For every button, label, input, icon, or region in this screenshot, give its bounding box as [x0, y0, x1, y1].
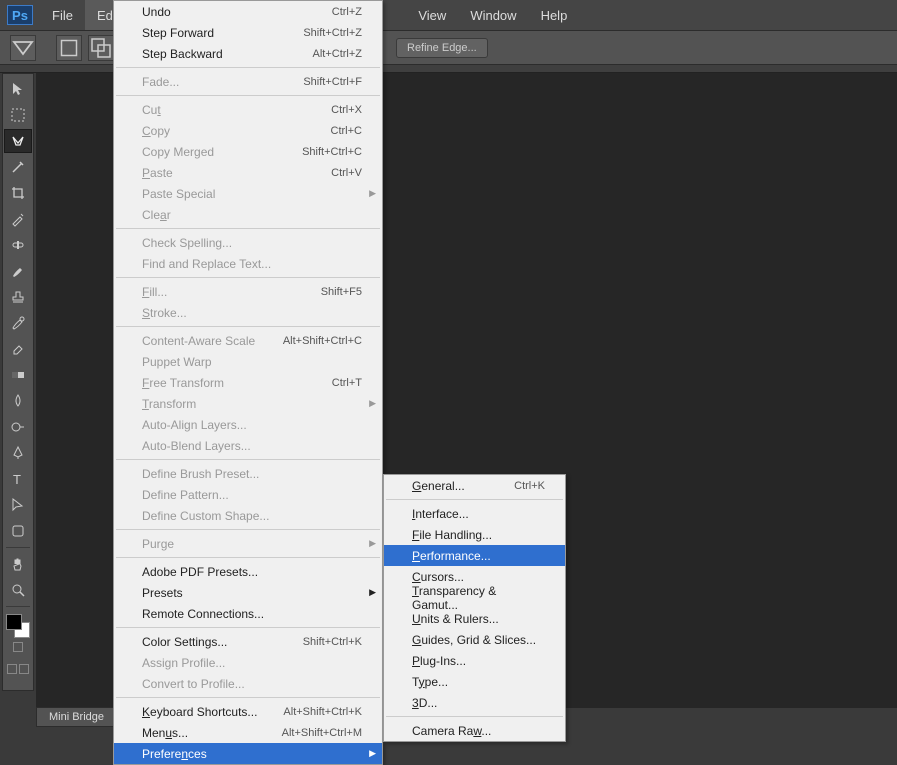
edit-menu-item-stroke: Stroke...: [114, 302, 382, 323]
tools-panel: T: [2, 73, 34, 691]
edit-menu-item-keyboard-shortcuts[interactable]: Keyboard Shortcuts...Alt+Shift+Ctrl+K: [114, 701, 382, 722]
edit-menu-item-separator: [116, 67, 380, 68]
edit-menu-item-define-pattern: Define Pattern...: [114, 484, 382, 505]
edit-menu-item-separator: [116, 95, 380, 96]
svg-text:T: T: [13, 472, 21, 487]
eraser-tool[interactable]: [4, 337, 32, 361]
zoom-tool[interactable]: [4, 578, 32, 602]
edit-menu-item-purge: Purge▶: [114, 533, 382, 554]
prefs-menu-item-separator: [386, 716, 563, 717]
move-tool[interactable]: [4, 77, 32, 101]
mini-bridge-tab[interactable]: Mini Bridge: [36, 707, 117, 727]
edit-menu-item-color-settings[interactable]: Color Settings...Shift+Ctrl+K: [114, 631, 382, 652]
quickmask-icon[interactable]: [4, 642, 32, 660]
path-tool[interactable]: [4, 493, 32, 517]
ps-logo-icon: Ps: [7, 5, 33, 25]
edit-menu-item-presets[interactable]: Presets▶: [114, 582, 382, 603]
edit-menu-item-separator: [116, 697, 380, 698]
edit-menu-item-separator: [116, 228, 380, 229]
edit-menu-dropdown: UndoCtrl+ZStep ForwardShift+Ctrl+ZStep B…: [113, 0, 383, 765]
pen-tool[interactable]: [4, 441, 32, 465]
status-bar: Mini Bridge: [36, 706, 117, 728]
edit-menu-item-paste: PasteCtrl+V: [114, 162, 382, 183]
screenmode-icon[interactable]: [4, 664, 32, 682]
menu-view[interactable]: View: [406, 0, 458, 30]
edit-menu-item-step-forward[interactable]: Step ForwardShift+Ctrl+Z: [114, 22, 382, 43]
edit-menu-item-copy-merged: Copy MergedShift+Ctrl+C: [114, 141, 382, 162]
prefs-menu-item-file-handling[interactable]: File Handling...: [384, 524, 565, 545]
edit-menu-item-auto-blend-layers: Auto-Blend Layers...: [114, 435, 382, 456]
prefs-menu-item-guides-grid-slices[interactable]: Guides, Grid & Slices...: [384, 629, 565, 650]
stamp-tool[interactable]: [4, 285, 32, 309]
eyedropper-tool[interactable]: [4, 207, 32, 231]
edit-menu-item-cut: CutCtrl+X: [114, 99, 382, 120]
edit-menu-item-undo[interactable]: UndoCtrl+Z: [114, 1, 382, 22]
edit-menu-item-free-transform: Free TransformCtrl+T: [114, 372, 382, 393]
prefs-menu-item-camera-raw[interactable]: Camera Raw...: [384, 720, 565, 741]
menu-help[interactable]: Help: [529, 0, 580, 30]
selection-add-icon[interactable]: [88, 35, 114, 61]
menu-window[interactable]: Window: [458, 0, 528, 30]
edit-menu-item-separator: [116, 277, 380, 278]
type-tool[interactable]: T: [4, 467, 32, 491]
prefs-menu-item-separator: [386, 499, 563, 500]
edit-menu-item-adobe-pdf-presets[interactable]: Adobe PDF Presets...: [114, 561, 382, 582]
prefs-menu-item-performance[interactable]: Performance...: [384, 545, 565, 566]
crop-tool[interactable]: [4, 181, 32, 205]
prefs-menu-item-interface[interactable]: Interface...: [384, 503, 565, 524]
edit-menu-item-paste-special: Paste Special▶: [114, 183, 382, 204]
edit-menu-item-define-custom-shape: Define Custom Shape...: [114, 505, 382, 526]
edit-menu-item-puppet-warp: Puppet Warp: [114, 351, 382, 372]
refine-edge-button[interactable]: Refine Edge...: [396, 38, 488, 58]
edit-menu-item-convert-to-profile: Convert to Profile...: [114, 673, 382, 694]
edit-menu-item-fade: Fade...Shift+Ctrl+F: [114, 71, 382, 92]
edit-menu-item-separator: [116, 557, 380, 558]
edit-menu-item-separator: [116, 529, 380, 530]
prefs-menu-item-general[interactable]: General...Ctrl+K: [384, 475, 565, 496]
edit-menu-item-separator: [116, 326, 380, 327]
edit-menu-item-remote-connections[interactable]: Remote Connections...: [114, 603, 382, 624]
tool-preset-icon[interactable]: [10, 35, 36, 61]
edit-menu-item-check-spelling: Check Spelling...: [114, 232, 382, 253]
preferences-submenu: General...Ctrl+K Interface...File Handlin…: [383, 474, 566, 742]
marquee-tool[interactable]: [4, 103, 32, 127]
edit-menu-item-assign-profile: Assign Profile...: [114, 652, 382, 673]
edit-menu-item-separator: [116, 459, 380, 460]
selection-mode-icon[interactable]: [56, 35, 82, 61]
healing-tool[interactable]: [4, 233, 32, 257]
menu-file[interactable]: File: [40, 0, 85, 30]
edit-menu-item-clear: Clear: [114, 204, 382, 225]
edit-menu-item-menus[interactable]: Menus...Alt+Shift+Ctrl+M: [114, 722, 382, 743]
history-brush-tool[interactable]: [4, 311, 32, 335]
prefs-menu-item-type[interactable]: Type...: [384, 671, 565, 692]
edit-menu-item-transform: Transform▶: [114, 393, 382, 414]
shape-tool[interactable]: [4, 519, 32, 543]
edit-menu-item-copy: CopyCtrl+C: [114, 120, 382, 141]
color-swatch[interactable]: [6, 614, 30, 638]
edit-menu-item-content-aware-scale: Content-Aware ScaleAlt+Shift+Ctrl+C: [114, 330, 382, 351]
prefs-menu-item-plug-ins[interactable]: Plug-Ins...: [384, 650, 565, 671]
dodge-tool[interactable]: [4, 415, 32, 439]
prefs-menu-item-3d[interactable]: 3D...: [384, 692, 565, 713]
blur-tool[interactable]: [4, 389, 32, 413]
edit-menu-item-define-brush-preset: Define Brush Preset...: [114, 463, 382, 484]
edit-menu-item-preferences[interactable]: Preferences▶: [114, 743, 382, 764]
edit-menu-item-find-and-replace-text: Find and Replace Text...: [114, 253, 382, 274]
hand-tool[interactable]: [4, 552, 32, 576]
gradient-tool[interactable]: [4, 363, 32, 387]
prefs-menu-item-transparency-gamut[interactable]: Transparency & Gamut...: [384, 587, 565, 608]
edit-menu-item-separator: [116, 627, 380, 628]
app-logo: Ps: [0, 0, 40, 30]
prefs-menu-item-units-rulers[interactable]: Units & Rulers...: [384, 608, 565, 629]
wand-tool[interactable]: [4, 155, 32, 179]
edit-menu-item-auto-align-layers: Auto-Align Layers...: [114, 414, 382, 435]
edit-menu-item-fill: Fill...Shift+F5: [114, 281, 382, 302]
brush-tool[interactable]: [4, 259, 32, 283]
edit-menu-item-step-backward[interactable]: Step BackwardAlt+Ctrl+Z: [114, 43, 382, 64]
lasso-tool[interactable]: [4, 129, 32, 153]
